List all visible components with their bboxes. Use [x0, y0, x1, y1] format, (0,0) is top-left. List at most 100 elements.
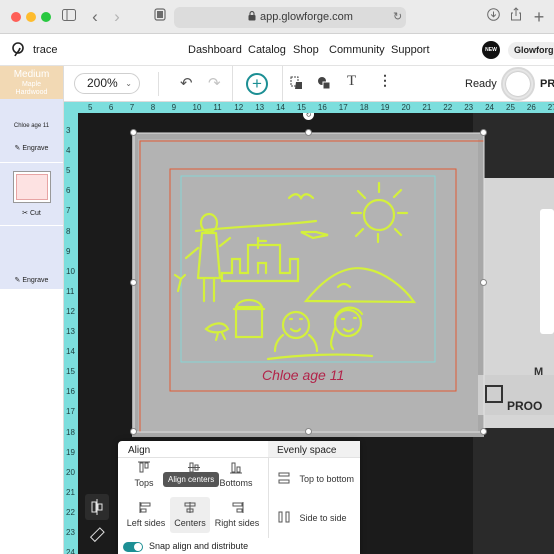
ruler-tick-label: 20: [66, 467, 75, 477]
sidebar-icon[interactable]: [58, 6, 80, 28]
lock-icon: [248, 7, 256, 28]
step-3[interactable]: ✎ Engrave: [0, 225, 63, 289]
zoom-select[interactable]: 200% ⌄: [74, 73, 140, 94]
horizontal-ruler[interactable]: 5 6 7 8 9 10 11 12 13 14 15 16 17 18 19 20 21 22 23 24 25 26 2…: [64, 102, 554, 113]
download-icon[interactable]: [482, 6, 504, 28]
align-tool-icon[interactable]: [85, 494, 109, 520]
align-tooltip: Align centers: [163, 472, 220, 487]
ruler-tick-label: 22: [443, 103, 453, 112]
ruler-tool-icon[interactable]: [85, 523, 109, 547]
distribute-horizontal-button[interactable]: Side to side: [277, 508, 346, 524]
resize-handle-tr[interactable]: [480, 129, 487, 136]
address-bar[interactable]: app.glowforge.com ↻: [174, 7, 406, 28]
resize-handle-tl[interactable]: [130, 129, 137, 136]
ruler-tick-label: 5: [88, 103, 93, 112]
ruler-tick-label: 16: [317, 103, 327, 112]
snap-toggle[interactable]: [123, 542, 143, 552]
align-right-button[interactable]: Right sides: [214, 501, 260, 528]
nav-support[interactable]: Support: [391, 44, 430, 56]
ruler-tick-label: 26: [526, 103, 536, 112]
redo-icon[interactable]: ↷: [208, 74, 221, 92]
ruler-tick-label: 25: [506, 103, 515, 112]
ruler-tick-label: 14: [66, 347, 75, 357]
ruler-tick-label: 17: [66, 407, 75, 417]
toolbar-divider: [282, 66, 283, 102]
dialog-edge: [540, 209, 554, 334]
align-bottoms-icon: [230, 462, 242, 474]
material-swatch[interactable]: Medium Maple Hardwood: [0, 66, 63, 99]
ruler-tick-label: 11: [66, 286, 75, 296]
minimize-window-button[interactable]: [26, 12, 36, 22]
shapes-icon[interactable]: [317, 76, 331, 95]
chevron-down-icon: ⌄: [125, 79, 132, 88]
more-icon[interactable]: ⋮: [378, 72, 392, 89]
nav-dashboard[interactable]: Dashboard: [188, 44, 242, 56]
print-button-ring[interactable]: [501, 67, 535, 101]
distribute-horizontal-icon: [278, 511, 290, 523]
resize-handle-bottom[interactable]: [305, 428, 312, 435]
glowforge-logo-icon[interactable]: [11, 42, 25, 63]
resize-handle-br[interactable]: [480, 428, 487, 435]
step-1[interactable]: Chloe age 11 ✎ Engrave: [0, 99, 63, 162]
plus-icon[interactable]: +: [528, 6, 550, 28]
app-header: trace Dashboard Catalog Shop Community S…: [0, 34, 554, 66]
resize-handle-left[interactable]: [130, 279, 137, 286]
ruler-tick-label: 7: [66, 206, 71, 216]
ruler-tick-label: 19: [66, 447, 75, 457]
scissors-icon: ✂: [22, 210, 28, 217]
step-preview-thumbnail: [12, 171, 51, 203]
nav-catalog[interactable]: Catalog: [248, 44, 286, 56]
share-icon[interactable]: [505, 6, 527, 28]
toolbar-divider: [158, 72, 159, 96]
vertical-ruler[interactable]: 3 4 5 6 7 8 9 10 11 12 13 14 15 16 17 18 19 20 21 22 23 24: [64, 113, 78, 554]
ruler-tick-label: 5: [66, 166, 71, 176]
shield-icon[interactable]: [149, 6, 171, 28]
pencil-icon: ✎: [14, 145, 21, 152]
ruler-tick-label: 9: [171, 103, 177, 112]
ruler-tick-label: 22: [66, 507, 75, 517]
design-title[interactable]: trace: [33, 44, 57, 56]
align-left-icon: [139, 502, 151, 513]
ruler-tick-label: 12: [66, 306, 75, 316]
zoom-value: 200%: [87, 76, 118, 90]
forward-arrow-icon[interactable]: ›: [106, 6, 128, 28]
ruler-tick-label: 14: [276, 103, 285, 112]
url-text: app.glowforge.com: [260, 11, 353, 23]
engraved-label-text: Chloe age 11: [262, 367, 344, 383]
print-button-label[interactable]: PRI: [540, 78, 554, 90]
ruler-tick-label: 6: [108, 103, 114, 112]
ruler-tick-label: 8: [66, 226, 71, 236]
ruler-tick-label: 13: [255, 103, 265, 112]
resize-handle-bl[interactable]: [130, 428, 137, 435]
back-arrow-icon[interactable]: ‹: [84, 6, 106, 28]
ruler-tick-label: 8: [150, 103, 156, 112]
close-window-button[interactable]: [11, 12, 21, 22]
new-badge[interactable]: NEW: [482, 41, 500, 59]
align-bottoms-button[interactable]: Bottoms: [219, 461, 253, 488]
ruler-tick-label: 21: [66, 487, 75, 497]
resize-handle-top[interactable]: [305, 129, 312, 136]
toolbar-divider: [232, 66, 233, 102]
align-tops-button[interactable]: Tops: [128, 461, 160, 488]
text-icon[interactable]: T: [347, 73, 356, 90]
ruler-tick-label: 20: [401, 103, 411, 112]
undo-icon[interactable]: ↶: [180, 74, 193, 92]
align-left-button[interactable]: Left sides: [126, 501, 166, 528]
ruler-tick-label: 15: [297, 103, 306, 112]
maximize-window-button[interactable]: [41, 12, 51, 22]
nav-community[interactable]: Community: [329, 44, 385, 56]
step-preview-text: Chloe age 11: [13, 123, 50, 129]
account-menu[interactable]: Glowforg: [508, 42, 554, 59]
snap-label: Snap align and distribute: [149, 541, 249, 551]
add-icon[interactable]: +: [246, 73, 268, 95]
ruler-tick-label: 3: [66, 126, 71, 135]
ruler-tick-label: 19: [380, 103, 390, 112]
resize-handle-right[interactable]: [480, 279, 487, 286]
reload-icon[interactable]: ↻: [393, 7, 402, 28]
nav-shop[interactable]: Shop: [293, 44, 319, 56]
align-centers-button[interactable]: Centers: [170, 497, 210, 533]
step-2[interactable]: ✂ Cut: [0, 162, 63, 225]
ruler-tick-label: 7: [129, 103, 135, 112]
trace-icon[interactable]: [290, 76, 303, 95]
distribute-vertical-button[interactable]: Top to bottom: [277, 469, 354, 485]
